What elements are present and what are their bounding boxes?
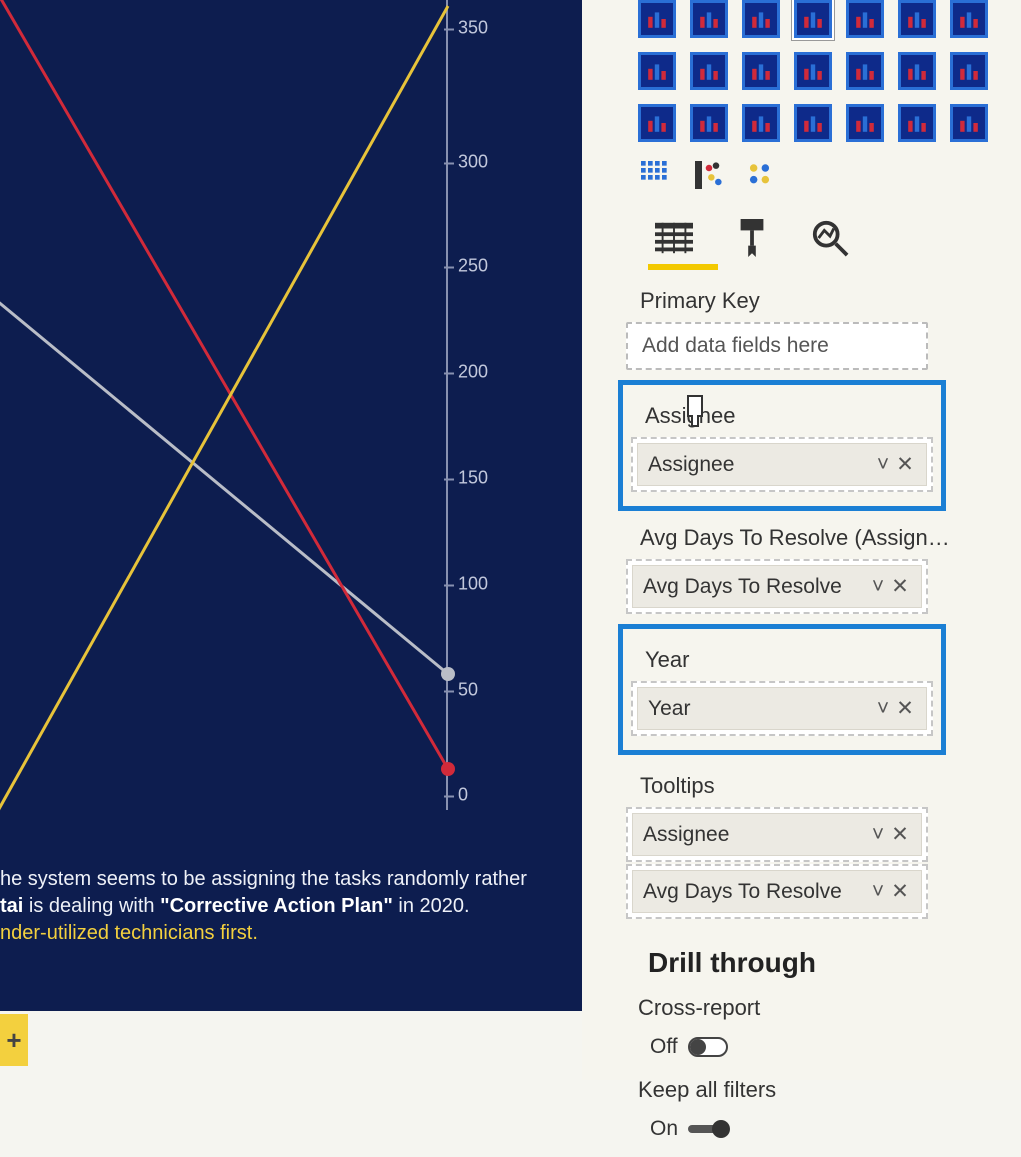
chevron-down-icon[interactable]: ˅ — [867, 575, 889, 599]
visual-type-tile[interactable] — [950, 0, 988, 38]
fields-tab[interactable] — [652, 216, 696, 260]
analytics-tab[interactable] — [808, 216, 852, 260]
plus-icon: + — [6, 1025, 21, 1056]
visual-type-tile[interactable] — [950, 52, 988, 90]
year-label: Year — [623, 643, 941, 681]
assignee-well-highlight: Assignee Assignee ˅ ✕ — [618, 380, 946, 511]
keep-filters-toggle[interactable]: On — [582, 1109, 1007, 1157]
year-well-highlight: Year Year ˅ ✕ — [618, 624, 946, 755]
cross-report-state: Off — [650, 1035, 678, 1059]
add-page-button[interactable]: + — [0, 1014, 28, 1066]
visual-type-tile[interactable] — [898, 52, 936, 90]
tooltip-field-1[interactable]: Avg Days To Resolve ˅ ✕ — [626, 864, 928, 919]
scatter-icon[interactable] — [692, 158, 726, 192]
visual-type-tile[interactable] — [794, 0, 832, 38]
visual-type-tile[interactable] — [846, 104, 884, 142]
tooltip-field-1-value: Avg Days To Resolve — [643, 880, 867, 904]
tooltips-label: Tooltips — [582, 763, 1007, 807]
cross-report-label: Cross-report — [582, 993, 1007, 1027]
primary-key-label: Primary Key — [582, 284, 1007, 322]
caption-bold-a: tai — [0, 895, 23, 917]
visual-type-tile[interactable] — [742, 52, 780, 90]
remove-field-icon[interactable]: ✕ — [889, 574, 911, 599]
visual-type-tile[interactable] — [898, 0, 936, 38]
report-canvas[interactable]: 350 300 250 200 150 100 50 0 he system s… — [0, 0, 582, 1011]
visual-type-tile[interactable] — [846, 0, 884, 38]
format-tab[interactable] — [730, 216, 774, 260]
primary-key-dropzone[interactable]: Add data fields here — [626, 322, 928, 370]
assignee-field-value: Assignee — [648, 453, 872, 477]
avg-days-field[interactable]: Avg Days To Resolve ˅ ✕ — [626, 559, 928, 614]
toggle-switch-icon — [688, 1125, 728, 1133]
remove-field-icon[interactable]: ✕ — [894, 452, 916, 477]
caption-highlight: nder-utilized technicians first. — [0, 922, 258, 944]
chevron-down-icon[interactable]: ˅ — [872, 697, 894, 721]
keep-filters-state: On — [650, 1117, 678, 1141]
more-visuals-icon[interactable] — [746, 158, 780, 192]
visual-gallery — [582, 0, 1007, 152]
remove-field-icon[interactable]: ✕ — [894, 696, 916, 721]
visual-type-tile[interactable] — [794, 104, 832, 142]
visual-type-tile[interactable] — [950, 104, 988, 142]
visual-type-tile[interactable] — [690, 104, 728, 142]
keep-filters-label: Keep all filters — [582, 1075, 1007, 1109]
visual-type-tile[interactable] — [794, 52, 832, 90]
visual-type-tile[interactable] — [898, 104, 936, 142]
pane-tabbar — [582, 198, 1007, 260]
caption-mid: is dealing with — [29, 895, 160, 917]
assignee-label: Assignee — [623, 399, 941, 437]
visual-type-tile[interactable] — [742, 104, 780, 142]
tooltip-field-0[interactable]: Assignee ˅ ✕ — [626, 807, 928, 862]
toggle-switch-icon — [688, 1037, 728, 1057]
remove-field-icon[interactable]: ✕ — [889, 822, 911, 847]
year-field[interactable]: Year ˅ ✕ — [631, 681, 933, 736]
avg-days-field-value: Avg Days To Resolve — [643, 575, 867, 599]
chart-caption: he system seems to be assigning the task… — [0, 866, 552, 947]
caption-line1: he system seems to be assigning the task… — [0, 868, 527, 890]
active-tab-indicator — [648, 264, 718, 270]
cross-report-toggle[interactable]: Off — [582, 1027, 1007, 1075]
chevron-down-icon[interactable]: ˅ — [872, 453, 894, 477]
visualizations-pane: Primary Key Add data fields here Assigne… — [582, 0, 1021, 1080]
visual-type-tile[interactable] — [690, 0, 728, 38]
visual-type-tile[interactable] — [742, 0, 780, 38]
visual-type-tile[interactable] — [846, 52, 884, 90]
visual-type-tile[interactable] — [690, 52, 728, 90]
avg-days-label: Avg Days To Resolve (Assign… — [582, 519, 1007, 559]
caption-suffix: in 2020. — [398, 895, 469, 917]
year-field-value: Year — [648, 697, 872, 721]
caption-bold-b: Corrective Action Plan — [170, 895, 384, 917]
visual-type-tile[interactable] — [638, 52, 676, 90]
chevron-down-icon[interactable]: ˅ — [867, 823, 889, 847]
matrix-icon[interactable] — [638, 158, 672, 192]
tooltip-field-0-value: Assignee — [643, 823, 867, 847]
chevron-down-icon[interactable]: ˅ — [867, 880, 889, 904]
drill-through-header: Drill through — [582, 919, 1007, 993]
line-chart — [0, 0, 582, 830]
visual-type-tile[interactable] — [638, 0, 676, 38]
remove-field-icon[interactable]: ✕ — [889, 879, 911, 904]
assignee-field[interactable]: Assignee ˅ ✕ — [631, 437, 933, 492]
visual-type-tile[interactable] — [638, 104, 676, 142]
